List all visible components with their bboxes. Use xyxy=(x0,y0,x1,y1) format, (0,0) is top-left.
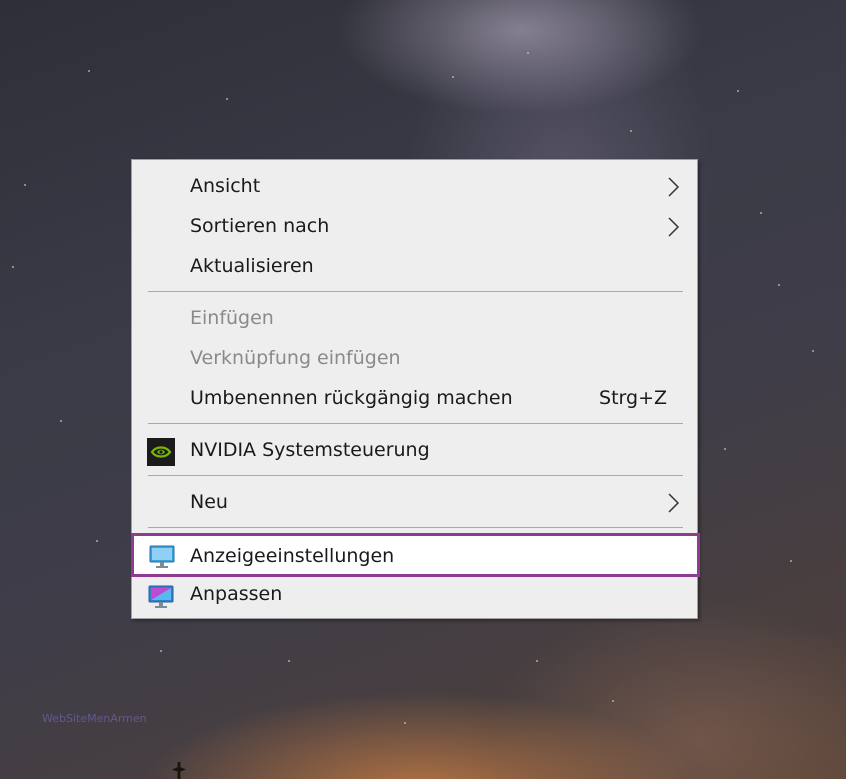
menu-item-label: Umbenennen rückgängig machen xyxy=(190,387,513,409)
display-settings-icon xyxy=(149,545,175,568)
star-dot xyxy=(12,266,14,268)
star-dot xyxy=(760,212,762,214)
menu-separator xyxy=(148,291,683,292)
menu-item-verknuepfung-einfuegen: Verknüpfung einfügen xyxy=(132,339,697,379)
star-dot xyxy=(630,130,632,132)
menu-item-anzeigeeinstellungen[interactable]: Anzeigeeinstellungen xyxy=(131,533,700,577)
star-dot xyxy=(527,52,529,54)
shortcut-label: Strg+Z xyxy=(599,387,667,409)
star-dot xyxy=(778,284,780,286)
star-dot xyxy=(288,660,290,662)
star-dot xyxy=(452,76,454,78)
star-dot xyxy=(790,560,792,562)
star-dot xyxy=(404,722,406,724)
menu-item-label: Verknüpfung einfügen xyxy=(190,347,401,369)
chevron-right-icon xyxy=(668,177,680,197)
menu-item-label: Aktualisieren xyxy=(190,255,314,277)
tree-silhouette xyxy=(172,762,186,779)
desktop-context-menu: Ansicht Sortieren nach Aktualisieren Ein… xyxy=(131,159,700,619)
star-dot xyxy=(536,660,538,662)
personalize-icon xyxy=(148,585,174,608)
star-dot xyxy=(737,90,739,92)
menu-separator xyxy=(148,527,683,528)
menu-item-ansicht[interactable]: Ansicht xyxy=(132,167,697,207)
chevron-right-icon xyxy=(668,217,680,237)
menu-item-label: Anpassen xyxy=(190,583,283,605)
menu-item-label: Neu xyxy=(190,491,228,513)
menu-item-label: Anzeigeeinstellungen xyxy=(190,545,395,567)
menu-item-neu[interactable]: Neu xyxy=(132,483,697,523)
star-dot xyxy=(160,650,162,652)
watermark-text: WebSiteMenArmen xyxy=(42,712,147,725)
menu-separator xyxy=(148,475,683,476)
star-dot xyxy=(96,540,98,542)
menu-item-einfuegen: Einfügen xyxy=(132,299,697,339)
menu-item-label: Sortieren nach xyxy=(190,215,330,237)
star-dot xyxy=(88,70,90,72)
menu-item-aktualisieren[interactable]: Aktualisieren xyxy=(132,247,697,287)
star-dot xyxy=(612,700,614,702)
chevron-right-icon xyxy=(668,493,680,513)
menu-item-nvidia-systemsteuerung[interactable]: NVIDIA Systemsteuerung xyxy=(132,431,697,471)
menu-item-umbenennen-rueckgaengig[interactable]: Umbenennen rückgängig machen Strg+Z xyxy=(132,379,697,419)
menu-item-anpassen[interactable]: Anpassen xyxy=(132,575,697,615)
star-dot xyxy=(24,184,26,186)
menu-item-label: NVIDIA Systemsteuerung xyxy=(190,439,430,461)
star-dot xyxy=(812,350,814,352)
star-dot xyxy=(60,420,62,422)
nvidia-icon xyxy=(147,438,175,466)
star-dot xyxy=(724,448,726,450)
menu-item-label: Einfügen xyxy=(190,307,274,329)
menu-item-label: Ansicht xyxy=(190,175,261,197)
menu-separator xyxy=(148,423,683,424)
star-dot xyxy=(226,98,228,100)
menu-item-sortieren-nach[interactable]: Sortieren nach xyxy=(132,207,697,247)
